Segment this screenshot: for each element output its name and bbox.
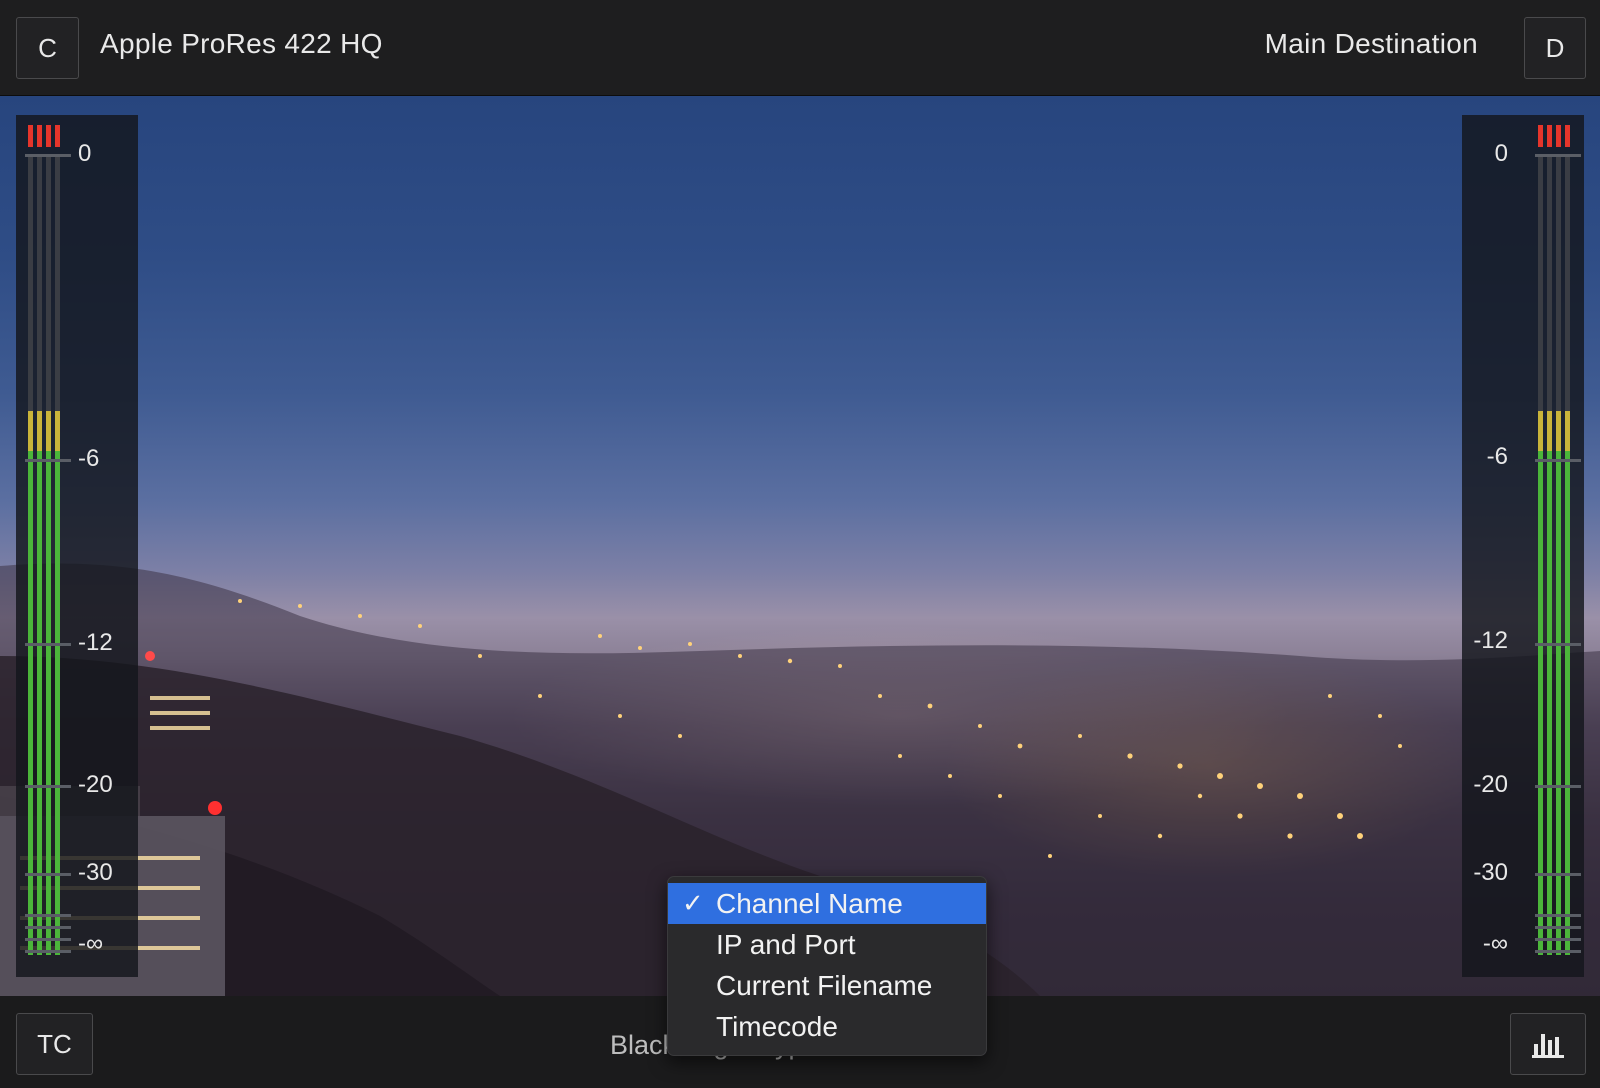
peak-indicator xyxy=(1556,125,1561,147)
peak-indicator xyxy=(37,125,42,147)
meter-label-minus20-right: -20 xyxy=(1473,771,1508,798)
top-bar: C Apple ProRes 422 HQ Main Destination D xyxy=(0,0,1600,96)
meter-tick xyxy=(25,643,71,646)
meter-label-minus30: -30 xyxy=(78,859,113,886)
histogram-button[interactable] xyxy=(1510,1013,1586,1075)
meter-level-green xyxy=(1538,451,1543,955)
meter-tick xyxy=(1535,459,1581,462)
left-audio-meter: 0 -6 -12 -20 -30 -∞ xyxy=(16,115,138,977)
meter-level-green xyxy=(55,451,60,955)
left-meter-bars xyxy=(25,125,71,955)
peak-indicator xyxy=(1547,125,1552,147)
menu-item-label: IP and Port xyxy=(716,929,856,960)
peak-indicator xyxy=(55,125,60,147)
menu-item-timecode[interactable]: Timecode xyxy=(668,1006,986,1047)
meter-tick xyxy=(25,938,71,941)
meter-tick xyxy=(1535,873,1581,876)
meter-level-yellow xyxy=(28,411,33,451)
meter-level-yellow xyxy=(1556,411,1561,451)
peak-indicator xyxy=(46,125,51,147)
menu-item-current-filename[interactable]: Current Filename xyxy=(668,965,986,1006)
peak-indicator xyxy=(1538,125,1543,147)
meter-label-minus12-right: -12 xyxy=(1473,627,1508,654)
codec-label: Apple ProRes 422 HQ xyxy=(100,28,383,59)
meter-label-minus-inf: -∞ xyxy=(78,930,104,957)
bar-chart-icon xyxy=(1532,1034,1564,1058)
meter-label-0-right: 0 xyxy=(1494,140,1508,167)
right-audio-meter: 0 -6 -12 -20 -30 -∞ xyxy=(1462,115,1584,977)
meter-level-yellow xyxy=(37,411,42,451)
timecode-button[interactable]: TC xyxy=(16,1013,93,1075)
meter-tick xyxy=(1535,914,1581,917)
meter-label-minus-inf-right: -∞ xyxy=(1482,930,1508,957)
menu-item-label: Timecode xyxy=(716,1011,838,1042)
meter-level-yellow xyxy=(46,411,51,451)
meter-label-minus6: -6 xyxy=(78,445,100,472)
right-meter-bars xyxy=(1535,125,1581,955)
meter-tick xyxy=(1535,643,1581,646)
meter-tick xyxy=(1535,785,1581,788)
meter-level-yellow xyxy=(1547,411,1552,451)
destination-label: Main Destination xyxy=(1264,28,1478,59)
meter-label-minus30-right: -30 xyxy=(1473,859,1508,886)
menu-item-channel-name[interactable]: ✓ Channel Name xyxy=(668,883,986,924)
meter-tick xyxy=(25,785,71,788)
menu-item-label: Channel Name xyxy=(716,888,903,919)
meter-tick xyxy=(1535,926,1581,929)
meter-level-yellow xyxy=(1538,411,1543,451)
meter-level-yellow xyxy=(1565,411,1570,451)
output-d-button[interactable]: D xyxy=(1524,17,1586,79)
menu-item-ip-and-port[interactable]: IP and Port xyxy=(668,924,986,965)
meter-level-green xyxy=(1556,451,1561,955)
meter-tick xyxy=(25,950,71,953)
meter-level-green xyxy=(1565,451,1570,955)
meter-tick xyxy=(1535,154,1581,157)
input-c-button[interactable]: C xyxy=(16,17,79,79)
menu-item-label: Current Filename xyxy=(716,970,933,1001)
meter-label-minus12: -12 xyxy=(78,629,113,656)
meter-tick xyxy=(25,873,71,876)
meter-tick xyxy=(25,154,71,157)
meter-label-0: 0 xyxy=(78,140,92,167)
meter-level-green xyxy=(46,451,51,955)
meter-level-green xyxy=(37,451,42,955)
meter-label-minus20: -20 xyxy=(78,771,113,798)
meter-level-yellow xyxy=(55,411,60,451)
checkmark-icon: ✓ xyxy=(682,888,704,918)
overlay-display-menu: ✓ Channel Name IP and Port Current Filen… xyxy=(667,876,987,1056)
peak-indicator xyxy=(28,125,33,147)
meter-tick xyxy=(25,914,71,917)
meter-level-green xyxy=(1547,451,1552,955)
city-scene xyxy=(0,563,1600,996)
video-preview xyxy=(0,96,1600,996)
peak-indicator xyxy=(1565,125,1570,147)
meter-level-green xyxy=(28,451,33,955)
meter-tick xyxy=(25,459,71,462)
meter-tick xyxy=(1535,950,1581,953)
meter-label-minus6-right: -6 xyxy=(1486,443,1508,470)
meter-tick xyxy=(25,926,71,929)
meter-tick xyxy=(1535,938,1581,941)
